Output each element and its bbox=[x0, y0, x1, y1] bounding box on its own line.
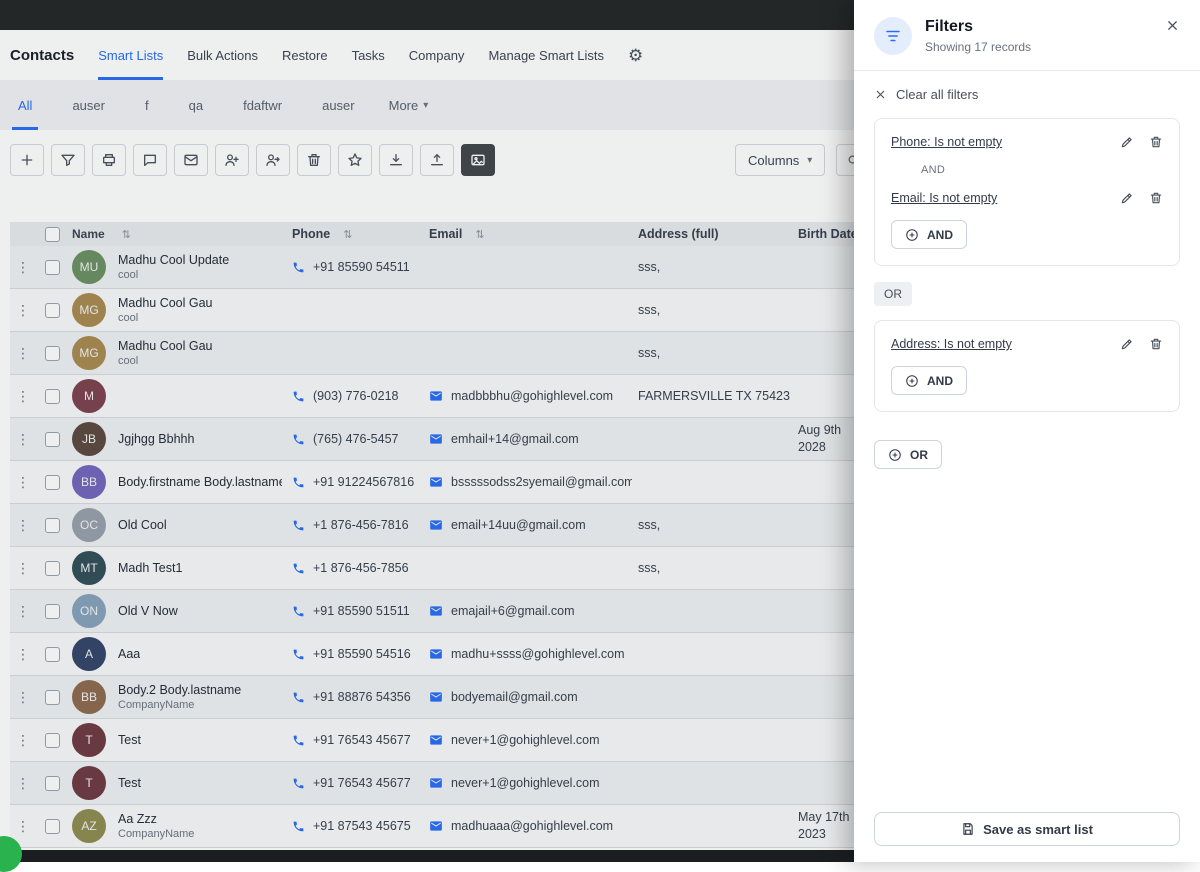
filter-condition: Address: Is not empty bbox=[891, 337, 1163, 351]
close-icon[interactable] bbox=[1161, 14, 1184, 40]
delete-filter-icon[interactable] bbox=[1149, 337, 1163, 351]
add-or-button-label: OR bbox=[910, 448, 928, 462]
filters-title: Filters bbox=[925, 18, 1031, 36]
plus-circle-icon bbox=[905, 228, 919, 242]
save-icon bbox=[961, 822, 975, 836]
add-or-button[interactable]: OR bbox=[874, 440, 942, 469]
clear-x-icon bbox=[874, 88, 887, 101]
add-and-button[interactable]: AND bbox=[891, 366, 967, 395]
save-as-smart-list-button[interactable]: Save as smart list bbox=[874, 812, 1180, 846]
filters-record-count: Showing 17 records bbox=[925, 40, 1031, 54]
edit-filter-icon[interactable] bbox=[1120, 135, 1134, 149]
plus-circle-icon bbox=[905, 374, 919, 388]
edit-filter-icon[interactable] bbox=[1120, 191, 1134, 205]
plus-circle-icon bbox=[888, 448, 902, 462]
filters-titles: Filters Showing 17 records bbox=[925, 17, 1031, 54]
delete-filter-icon[interactable] bbox=[1149, 135, 1163, 149]
filter-icon bbox=[874, 17, 912, 55]
clear-all-filters[interactable]: Clear all filters bbox=[874, 87, 1180, 102]
filters-footer: Save as smart list bbox=[854, 798, 1200, 862]
filter-condition-link[interactable]: Email: Is not empty bbox=[891, 191, 1120, 205]
delete-filter-icon[interactable] bbox=[1149, 191, 1163, 205]
filter-condition-link[interactable]: Address: Is not empty bbox=[891, 337, 1120, 351]
or-separator: OR bbox=[874, 282, 912, 306]
edit-filter-icon[interactable] bbox=[1120, 337, 1134, 351]
and-separator: AND bbox=[921, 164, 1163, 176]
add-and-button[interactable]: AND bbox=[891, 220, 967, 249]
filters-panel: Filters Showing 17 records Clear all fil… bbox=[854, 0, 1200, 862]
filter-condition-link[interactable]: Phone: Is not empty bbox=[891, 135, 1120, 149]
filter-condition: Phone: Is not empty bbox=[891, 135, 1163, 149]
save-as-smart-list-label: Save as smart list bbox=[983, 822, 1093, 837]
filter-group: Phone: Is not empty AND Email: Is not em… bbox=[874, 118, 1180, 266]
filter-groups: Phone: Is not empty AND Email: Is not em… bbox=[874, 118, 1180, 412]
filter-group: Address: Is not empty AND bbox=[874, 320, 1180, 412]
filters-body: Clear all filters Phone: Is not empty AN… bbox=[854, 71, 1200, 798]
clear-all-filters-label: Clear all filters bbox=[896, 87, 978, 102]
filter-condition: Email: Is not empty bbox=[891, 191, 1163, 205]
filters-header: Filters Showing 17 records bbox=[854, 0, 1200, 71]
